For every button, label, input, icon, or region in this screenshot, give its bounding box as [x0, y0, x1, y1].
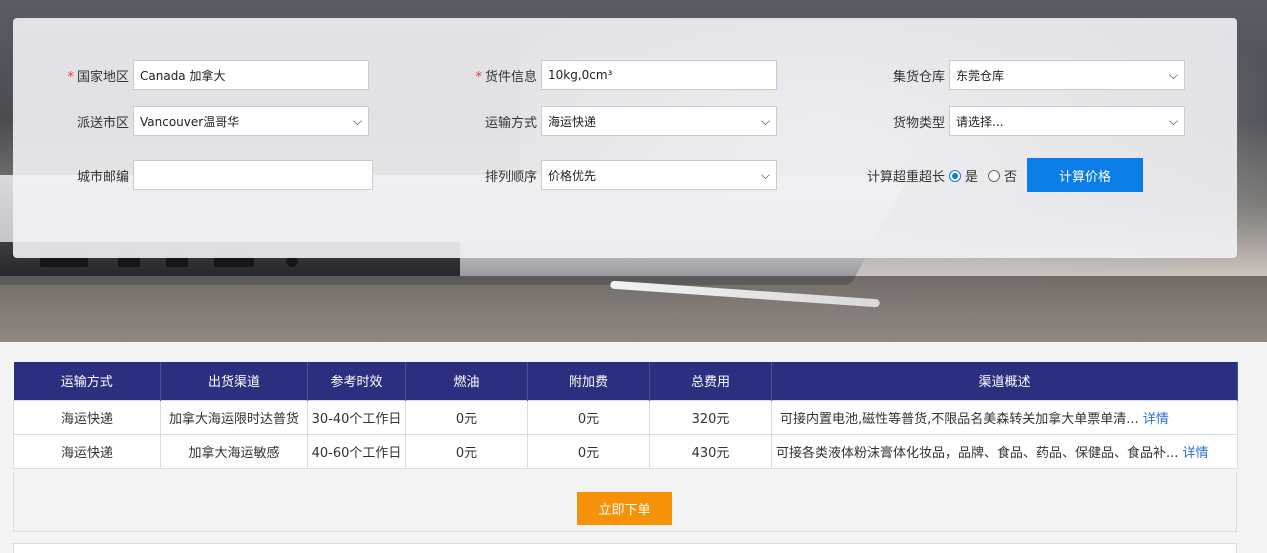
cell-channel: 加拿大海运敏感: [160, 433, 308, 469]
chevron-down-icon: ⌵: [1168, 113, 1178, 128]
transport-label: 运输方式: [484, 115, 537, 131]
detail-link[interactable]: 详情: [1183, 446, 1209, 461]
cell-total: 430元: [649, 433, 772, 469]
cell-surcharge: 0元: [527, 433, 650, 469]
price-query-panel: [13, 18, 1237, 258]
header-total: 总费用: [649, 362, 772, 400]
postcode-label: 城市邮编: [76, 169, 129, 185]
cell-method: 海运快递: [13, 399, 161, 435]
goods-type-select[interactable]: 请选择... ⌵: [949, 106, 1185, 136]
header-time: 参考时效: [307, 362, 406, 400]
warehouse-field: 集货仓库 东莞仓库 ⌵: [829, 60, 1185, 90]
cargo-label: * 货件信息: [475, 69, 537, 85]
warehouse-select[interactable]: 东莞仓库 ⌵: [949, 60, 1185, 90]
postcode-field: 城市邮编: [13, 160, 373, 190]
oversize-radio-group: 是 否: [949, 166, 1017, 185]
cell-time: 40-60个工作日: [307, 433, 406, 469]
city-select[interactable]: Vancouver温哥华 ⌵: [133, 106, 369, 136]
chevron-down-icon: ⌵: [352, 113, 362, 128]
header-channel: 出货渠道: [160, 362, 308, 400]
transport-field: 运输方式 海运快递 ⌵: [421, 106, 777, 136]
cargo-input[interactable]: 10kg,0cm³: [541, 60, 777, 90]
table-row[interactable]: 海运快递 加拿大海运敏感 40-60个工作日 0元 0元 430元 可接各类液体…: [13, 433, 1238, 469]
city-field: 派送市区 Vancouver温哥华 ⌵: [13, 106, 369, 136]
header-transport: 运输方式: [13, 362, 161, 400]
detail-link[interactable]: 详情: [1143, 412, 1169, 427]
oversize-no-label: 否: [1004, 170, 1018, 185]
sort-field: 排列顺序 价格优先 ⌵: [421, 160, 777, 190]
country-field: * 国家地区 Canada 加拿大: [13, 60, 369, 90]
cargo-field: * 货件信息 10kg,0cm³: [421, 60, 777, 90]
warehouse-label: 集货仓库: [892, 69, 945, 85]
city-label: 派送市区: [76, 115, 129, 131]
cell-desc: 可接内置电池,磁性等普货,不限品名美森转关加拿大单票单清... 详情: [771, 399, 1238, 435]
goods-type-field: 货物类型 请选择... ⌵: [829, 106, 1185, 136]
cell-fuel: 0元: [405, 399, 528, 435]
transport-select[interactable]: 海运快递 ⌵: [541, 106, 777, 136]
oversize-label: 计算超重超长: [866, 170, 945, 185]
cell-fuel: 0元: [405, 433, 528, 469]
country-input[interactable]: Canada 加拿大: [133, 60, 369, 90]
oversize-yes-radio[interactable]: [949, 169, 961, 182]
sort-label: 排列顺序: [484, 169, 537, 185]
oversize-field: 计算超重超长 是 否: [829, 166, 1017, 185]
header-surcharge: 附加费: [527, 362, 650, 400]
cell-surcharge: 0元: [527, 399, 650, 435]
bottom-panel: [13, 543, 1237, 553]
chevron-down-icon: ⌵: [760, 113, 770, 128]
place-order-button[interactable]: 立即下单: [577, 492, 672, 525]
chevron-down-icon: ⌵: [1168, 67, 1178, 82]
table-header-row: 运输方式 出货渠道 参考时效 燃油 附加费 总费用 渠道概述: [13, 362, 1238, 400]
header-desc: 渠道概述: [771, 362, 1238, 400]
postcode-input[interactable]: [133, 160, 373, 190]
cell-method: 海运快递: [13, 433, 161, 469]
oversize-yes-label: 是: [965, 170, 979, 185]
country-label: * 国家地区: [67, 69, 129, 85]
calculate-price-button[interactable]: 计算价格: [1027, 158, 1143, 192]
cell-channel: 加拿大海运限时达普货: [160, 399, 308, 435]
goods-type-label: 货物类型: [892, 115, 945, 131]
table-row[interactable]: 海运快递 加拿大海运限时达普货 30-40个工作日 0元 0元 320元 可接内…: [13, 399, 1238, 435]
oversize-no-radio[interactable]: [988, 169, 1001, 182]
cell-total: 320元: [649, 399, 772, 435]
cell-time: 30-40个工作日: [307, 399, 406, 435]
result-table: 运输方式 出货渠道 参考时效 燃油 附加费 总费用 渠道概述 海运快递 加拿大海…: [13, 362, 1238, 469]
chevron-down-icon: ⌵: [760, 167, 770, 182]
cell-desc: 可接各类液体粉沫膏体化妆品，品牌、食品、药品、保健品、食品补... 详情: [771, 433, 1238, 469]
sort-select[interactable]: 价格优先 ⌵: [541, 160, 777, 190]
header-fuel: 燃油: [405, 362, 528, 400]
